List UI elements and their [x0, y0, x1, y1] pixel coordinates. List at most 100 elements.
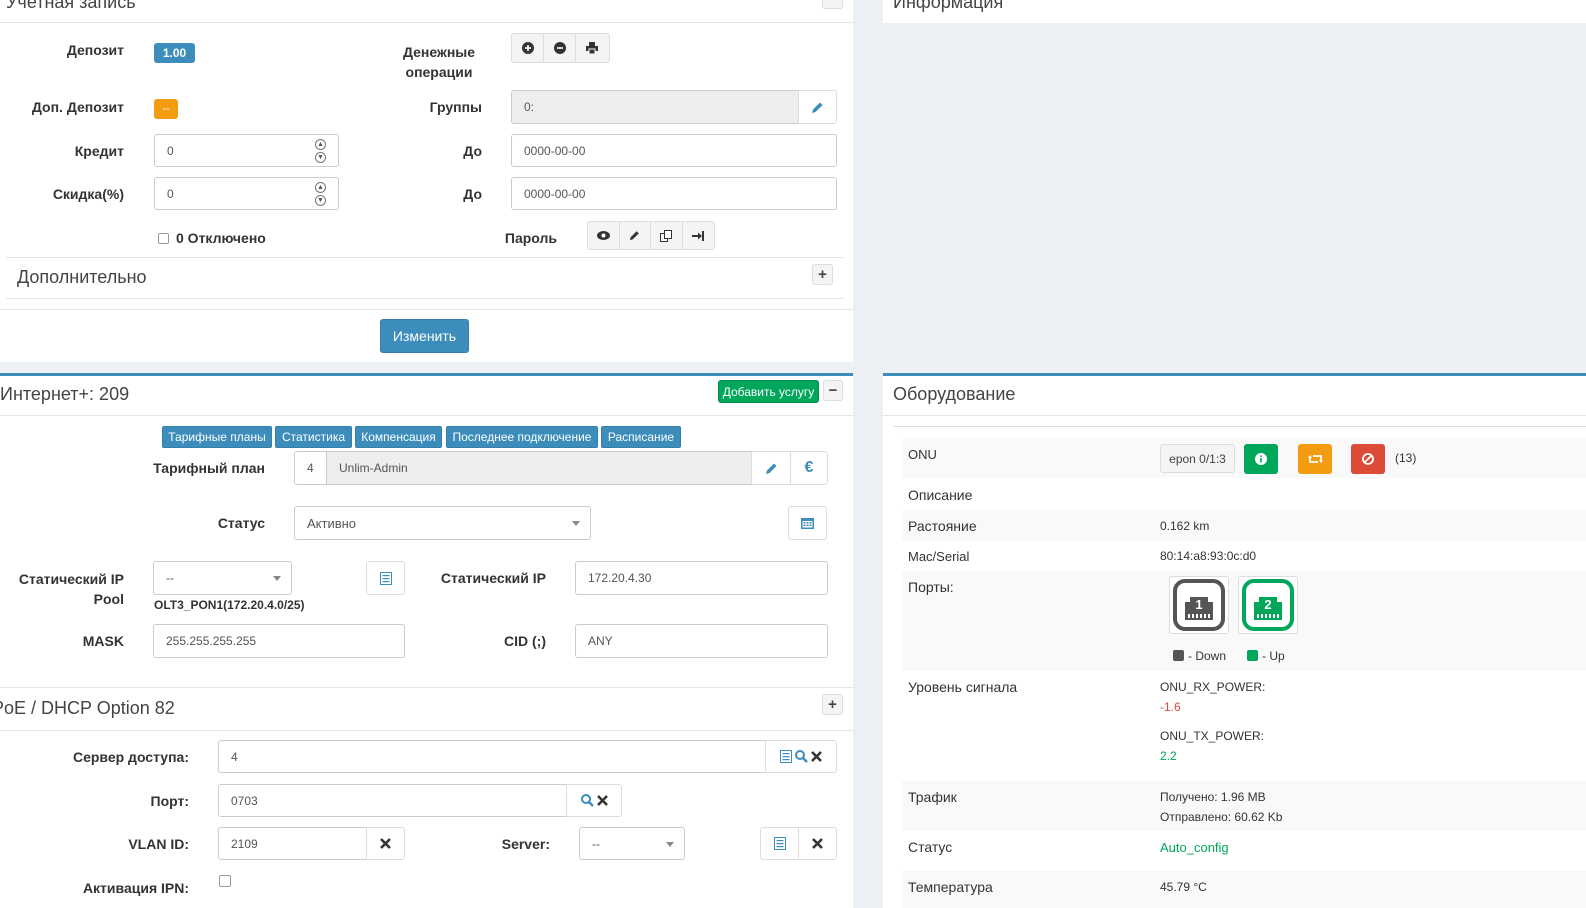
discount-value: 0: [167, 186, 174, 201]
equipment-title: Оборудование: [893, 384, 1016, 404]
retweet-icon: [1307, 455, 1323, 463]
static-ip-input[interactable]: 172.20.4.30: [575, 561, 828, 595]
additional-title: Дополнительно: [17, 267, 147, 287]
chevron-down-icon: [273, 576, 281, 581]
tab-tariff-plans[interactable]: Тарифные планы: [162, 426, 272, 448]
to-input-2[interactable]: 0000-00-00: [511, 177, 837, 210]
up-icon[interactable]: ▲: [315, 139, 326, 150]
vlan-input[interactable]: 2109: [218, 827, 367, 860]
sign-in-icon[interactable]: [683, 222, 714, 249]
disabled-checkbox[interactable]: [158, 233, 169, 244]
minus-circle-icon[interactable]: [544, 34, 576, 62]
change-button[interactable]: Изменить: [380, 319, 469, 353]
static-ip-pool-list-button[interactable]: [366, 561, 405, 595]
server-list-button[interactable]: [760, 827, 799, 860]
cid-input[interactable]: ANY: [575, 624, 828, 658]
static-ip-pool-label: Статический IP Pool: [18, 571, 124, 607]
server-clear-button[interactable]: [798, 827, 837, 860]
to-input-1[interactable]: 0000-00-00: [511, 134, 837, 167]
deposit-badge: 1.00: [154, 43, 195, 63]
ipn-checkbox[interactable]: [219, 875, 231, 887]
tariff-name: Unlim-Admin: [326, 451, 752, 485]
discount-spinner[interactable]: ▲ ▼: [315, 182, 326, 206]
groups-input[interactable]: 0:: [511, 90, 800, 124]
ipoe-expand-button[interactable]: +: [822, 694, 843, 715]
port-label: Порт:: [150, 793, 190, 809]
tab-last-connection[interactable]: Последнее подключение: [446, 426, 598, 448]
status-value: Активно: [307, 515, 357, 531]
static-ip-pool-name: OLT3_PON1(172.20.4.0/25): [154, 598, 305, 612]
credit-label: Кредит: [74, 143, 124, 159]
groups-edit-button[interactable]: [798, 90, 837, 124]
groups-value: 0:: [524, 100, 535, 114]
ethernet-port-down-icon: 1: [1173, 579, 1225, 631]
credit-spinner[interactable]: ▲ ▼: [315, 139, 326, 163]
plus-circle-icon[interactable]: [512, 34, 544, 62]
additional-expand-button[interactable]: +: [812, 264, 833, 285]
extra-deposit-badge: --: [154, 99, 178, 119]
disabled-label: 0 Отключено: [176, 230, 266, 246]
chevron-down-icon: [572, 521, 580, 526]
access-server-input[interactable]: 4: [218, 740, 766, 773]
internet-collapse-button[interactable]: −: [823, 380, 843, 401]
equipment-status-value: Auto_config: [1160, 840, 1229, 855]
down-icon[interactable]: ▼: [315, 152, 326, 163]
static-ip-pool-select[interactable]: --: [153, 561, 292, 595]
tx-label: ONU_TX_POWER:: [1160, 729, 1265, 743]
onu-retweet-button[interactable]: [1298, 444, 1332, 474]
add-service-button[interactable]: Добавить услугу: [718, 380, 819, 403]
port-2[interactable]: 2: [1238, 576, 1298, 634]
tx-value: 2.2: [1160, 749, 1177, 763]
onu-info-button[interactable]: [1244, 444, 1278, 474]
search-icon[interactable]: [795, 750, 808, 763]
pencil-icon[interactable]: [620, 222, 651, 249]
tab-schedule[interactable]: Расписание: [601, 426, 681, 448]
down-icon[interactable]: ▼: [315, 195, 326, 206]
credit-input[interactable]: 0 ▲ ▼: [154, 134, 339, 167]
temperature-label: Температура: [908, 879, 993, 895]
calendar-button[interactable]: [788, 506, 827, 540]
list-icon[interactable]: [780, 750, 792, 763]
print-icon[interactable]: [576, 34, 608, 62]
port-input[interactable]: 0703: [218, 784, 567, 817]
mask-input[interactable]: 255.255.255.255: [153, 624, 405, 658]
mask-label: MASK: [82, 633, 124, 649]
vlan-clear-button[interactable]: [366, 827, 405, 860]
status-select[interactable]: Активно: [294, 506, 591, 540]
onu-disable-button[interactable]: [1351, 444, 1385, 474]
account-collapse-button[interactable]: [822, 0, 843, 9]
close-icon[interactable]: [811, 751, 822, 762]
search-icon[interactable]: [580, 794, 594, 807]
static-ip-pool-value: --: [166, 571, 174, 585]
distance-value: 0.162 km: [1160, 519, 1210, 533]
internet-title: Интернет+: 209: [0, 384, 130, 404]
description-row: Описание: [902, 478, 1586, 510]
money-ops-buttons: [511, 33, 610, 63]
tariff-label: Тарифный план: [153, 460, 265, 476]
eye-icon[interactable]: [588, 222, 620, 249]
rx-label: ONU_RX_POWER:: [1160, 680, 1266, 694]
signal-label: Уровень сигнала: [908, 679, 1018, 695]
info-panel: Информация: [883, 0, 1586, 23]
port-1[interactable]: 1: [1169, 576, 1229, 634]
legend-down-label: - Down: [1188, 649, 1227, 663]
tab-compensation[interactable]: Компенсация: [355, 426, 442, 448]
tariff-euro-button[interactable]: €: [790, 451, 828, 485]
ports-row: Порты: 1 2 - Down - Up: [902, 571, 1586, 671]
up-icon[interactable]: ▲: [315, 182, 326, 193]
info-circle-icon: [1255, 453, 1267, 465]
tariff-edit-button[interactable]: [751, 451, 791, 485]
account-title: Учетная запись: [6, 0, 136, 12]
close-icon[interactable]: [596, 795, 608, 806]
server-select[interactable]: --: [579, 827, 685, 860]
legend-down-swatch: [1173, 650, 1184, 661]
money-ops-label: Денежные операции: [402, 44, 476, 80]
server-label: Server:: [501, 836, 550, 852]
tab-statistics[interactable]: Статистика: [275, 426, 352, 448]
static-ip-label: Статический IP: [440, 570, 546, 586]
discount-input[interactable]: 0 ▲ ▼: [154, 177, 339, 210]
chevron-down-icon: [666, 841, 674, 847]
copy-icon[interactable]: [651, 222, 683, 249]
onu-port-button[interactable]: epon 0/1:3: [1160, 444, 1235, 473]
pencil-icon: [765, 463, 776, 474]
